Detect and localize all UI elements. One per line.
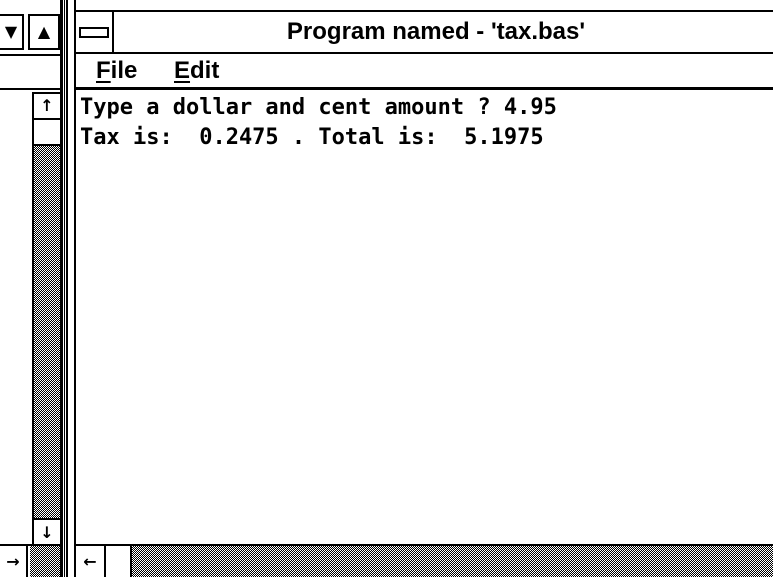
system-menu-bar-icon bbox=[79, 26, 109, 38]
scroll-right-button[interactable]: → bbox=[0, 546, 28, 577]
menu-file[interactable]: File bbox=[96, 56, 137, 86]
maximize-button[interactable]: ▲ bbox=[28, 14, 60, 50]
minimize-button[interactable]: ▼ bbox=[0, 14, 24, 50]
title-bar[interactable]: Program named - 'tax.bas' bbox=[76, 10, 773, 54]
horizontal-scrollbar[interactable]: ← bbox=[76, 544, 773, 577]
program-window: Program named - 'tax.bas' File Edit Type… bbox=[76, 0, 773, 577]
scroll-up-button[interactable]: ↑ bbox=[34, 94, 60, 120]
system-menu-icon[interactable] bbox=[76, 12, 114, 52]
console-line: Type a dollar and cent amount ? 4.95 bbox=[80, 95, 557, 120]
horizontal-scroll-track-left[interactable] bbox=[30, 546, 60, 577]
arrow-up-icon: ↑ bbox=[40, 96, 54, 115]
horizontal-scroll-thumb[interactable] bbox=[106, 546, 132, 577]
menu-edit[interactable]: Edit bbox=[174, 56, 219, 86]
menu-bar: File Edit bbox=[76, 54, 773, 90]
vertical-scrollbar[interactable]: ↑ ↓ bbox=[32, 92, 60, 546]
scroll-down-button[interactable]: ↓ bbox=[34, 518, 60, 546]
horizontal-scroll-track[interactable] bbox=[132, 546, 773, 577]
menu-file-label: ile bbox=[110, 57, 138, 84]
menu-edit-label: dit bbox=[190, 57, 220, 84]
scroll-thumb[interactable] bbox=[34, 120, 60, 146]
menu-edit-mnemonic: E bbox=[174, 57, 191, 84]
arrow-down-icon: ↓ bbox=[40, 523, 54, 542]
scroll-down-triangle-icon: ▼ bbox=[4, 22, 18, 41]
window-frame-border bbox=[60, 0, 68, 577]
background-window: ▼ ▲ ↑ ↓ → bbox=[0, 0, 66, 577]
menu-file-mnemonic: F bbox=[96, 57, 111, 84]
console-line: Tax is: 0.2475 . Total is: 5.1975 bbox=[80, 125, 544, 150]
window-title: Program named - 'tax.bas' bbox=[286, 18, 586, 45]
scroll-up-triangle-icon: ▲ bbox=[37, 22, 51, 41]
console-output[interactable]: Type a dollar and cent amount ? 4.95 Tax… bbox=[76, 93, 773, 544]
scroll-track[interactable] bbox=[34, 146, 60, 520]
scroll-left-button[interactable]: ← bbox=[76, 546, 106, 577]
arrow-right-icon: → bbox=[6, 551, 20, 571]
arrow-left-icon: ← bbox=[83, 551, 97, 571]
